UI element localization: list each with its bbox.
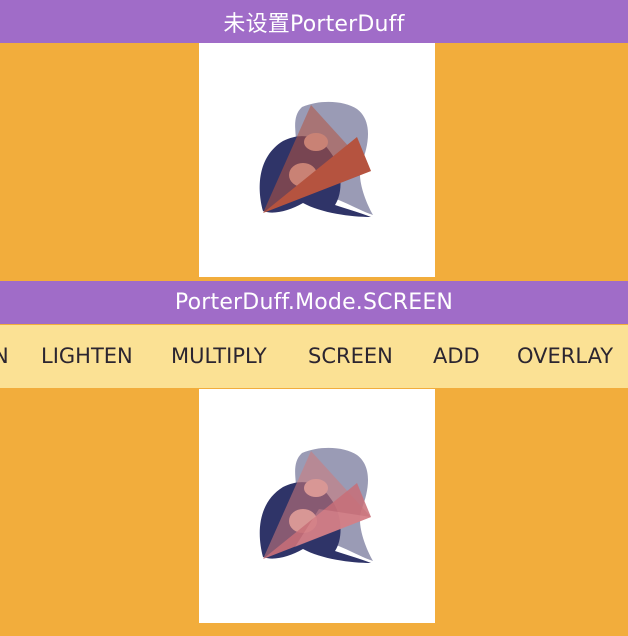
tab-partial[interactable]: N <box>0 325 9 388</box>
preview-panel-screen-mode <box>199 389 435 623</box>
title-bar: 未设置PorterDuff <box>0 0 628 43</box>
tab-screen[interactable]: SCREEN <box>308 325 393 388</box>
tab-multiply[interactable]: MULTIPLY <box>171 325 267 388</box>
tab-overlay[interactable]: OVERLAY <box>517 325 613 388</box>
mode-title-bar: PorterDuff.Mode.SCREEN <box>0 281 628 324</box>
tab-lighten[interactable]: LIGHTEN <box>41 325 133 388</box>
blend-image-original <box>259 101 373 217</box>
blend-image-screen <box>259 447 373 563</box>
mode-title: PorterDuff.Mode.SCREEN <box>174 290 454 315</box>
preview-panel-no-mode <box>199 43 435 277</box>
tab-add[interactable]: ADD <box>433 325 480 388</box>
mode-tab-strip[interactable]: N LIGHTEN MULTIPLY SCREEN ADD OVERLAY <box>0 325 628 388</box>
page-title: 未设置PorterDuff <box>223 11 405 37</box>
